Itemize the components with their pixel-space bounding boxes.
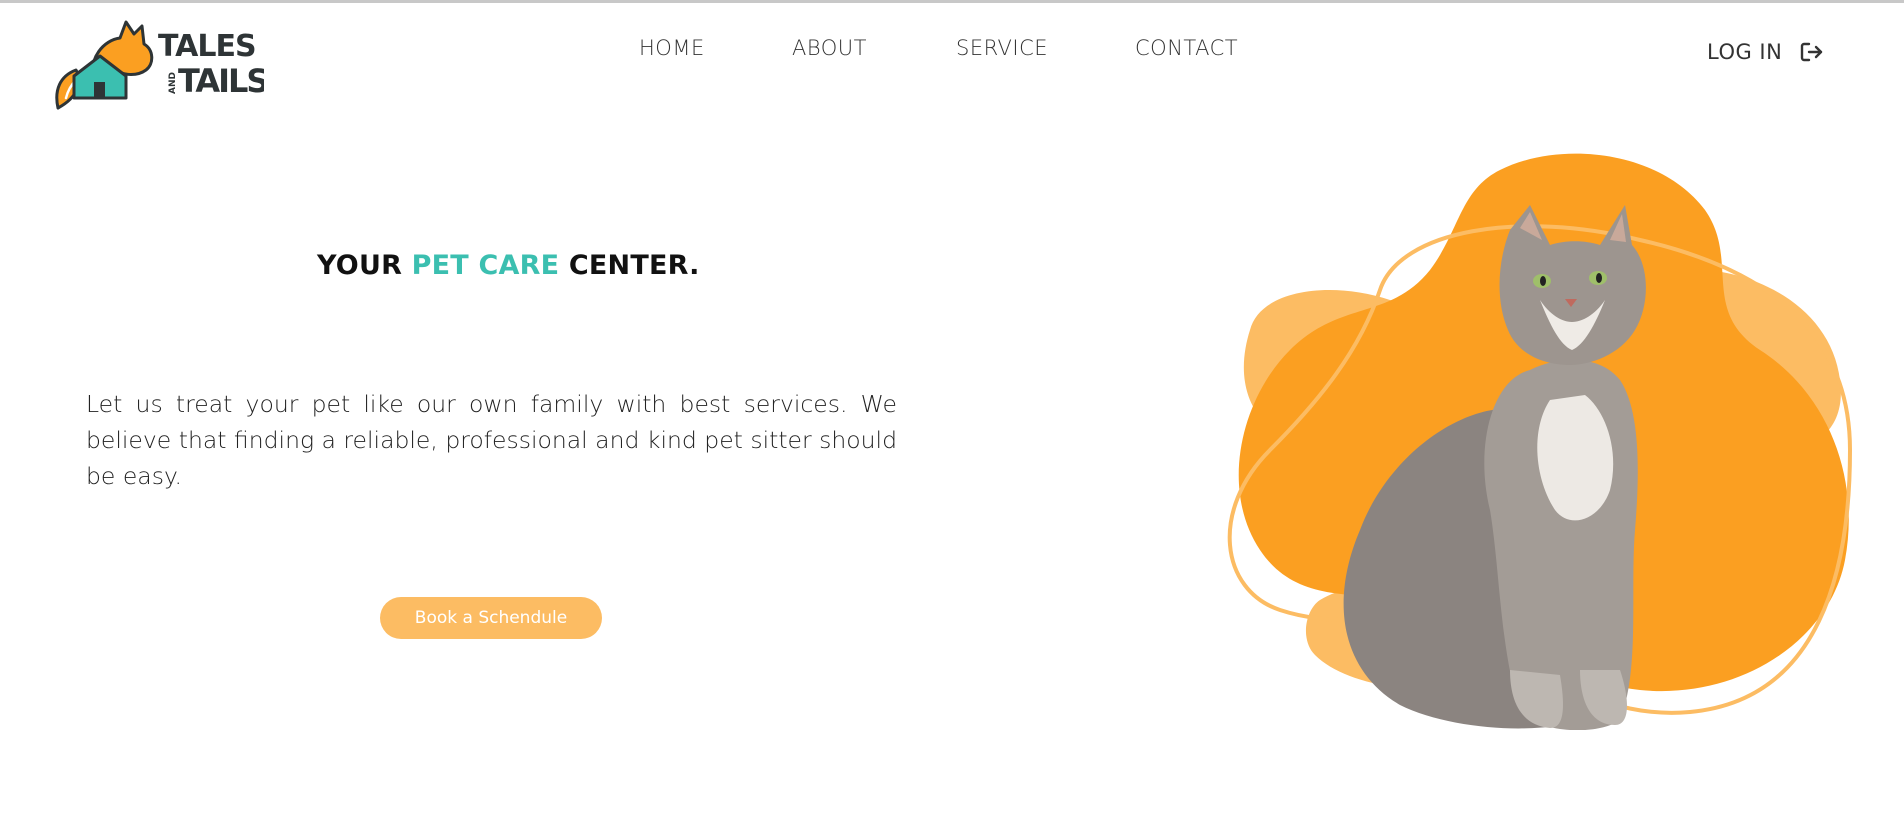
logo-text-tails: TAILS: [178, 62, 264, 100]
hero-description: Let us treat your pet like our own famil…: [86, 390, 897, 490]
nav-contact[interactable]: CONTACT: [1135, 36, 1238, 60]
hero-headline: YOUR PET CARE CENTER.: [317, 250, 700, 281]
top-divider: [0, 0, 1904, 3]
headline-part-1: YOUR: [317, 250, 412, 281]
hero-cat-image: [1220, 150, 1860, 731]
headline-accent: PET CARE: [411, 250, 560, 281]
login-label: LOG IN: [1707, 40, 1783, 64]
main-nav: HOME ABOUT SERVICE CONTACT: [0, 36, 1904, 66]
nav-home[interactable]: HOME: [639, 36, 705, 60]
login-link[interactable]: LOG IN: [1707, 37, 1824, 67]
nav-service[interactable]: SERVICE: [956, 36, 1048, 60]
logo-text-and: AND: [168, 72, 178, 94]
page: TALES AND TAILS HOME ABOUT SERVICE CONTA…: [0, 0, 1904, 814]
book-schedule-button[interactable]: Book a Schendule: [380, 597, 602, 639]
log-in-icon: [1800, 41, 1824, 63]
headline-part-2: CENTER.: [559, 250, 700, 281]
nav-about[interactable]: ABOUT: [792, 36, 867, 60]
